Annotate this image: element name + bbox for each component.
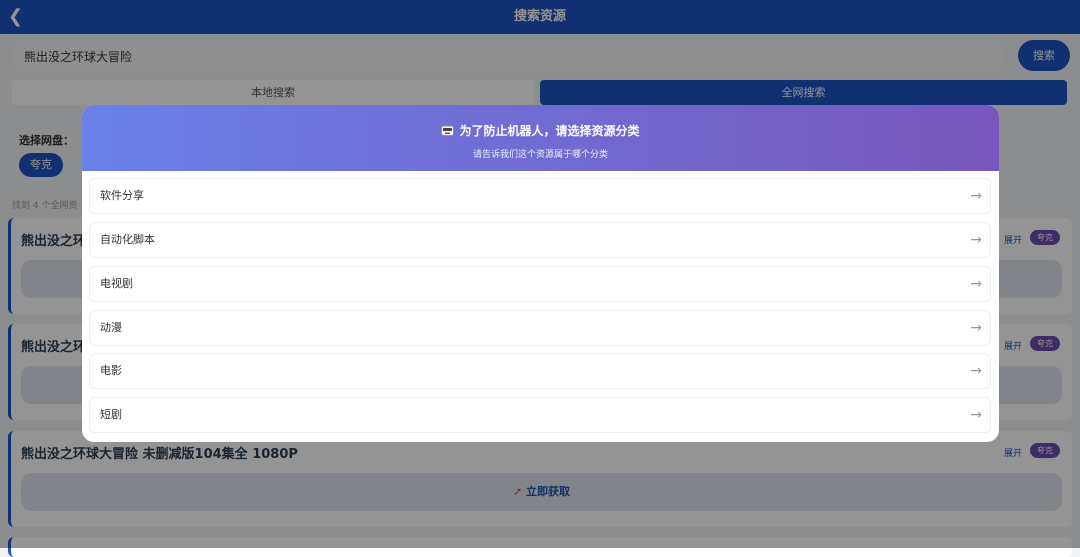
option-movie[interactable]: 电影 → [89,353,991,389]
option-label: 动漫 [100,321,122,334]
option-software-share[interactable]: 软件分享 → [89,178,991,214]
modal-header: 为了防止机器人，请选择资源分类 请告诉我们这个资源属于哪个分类 [82,105,999,171]
arrow-right-icon: → [970,276,982,292]
option-short-drama[interactable]: 短剧 → [89,397,991,433]
option-label: 自动化脚本 [100,233,155,246]
arrow-right-icon: → [970,407,982,423]
arrow-right-icon: → [970,363,982,379]
arrow-right-icon: → [970,320,982,336]
category-modal: 为了防止机器人，请选择资源分类 请告诉我们这个资源属于哪个分类 软件分享 → 自… [82,105,999,442]
modal-title: 为了防止机器人，请选择资源分类 [82,122,999,139]
option-tv-series[interactable]: 电视剧 → [89,266,991,302]
modal-title-text: 为了防止机器人，请选择资源分类 [459,124,640,138]
arrow-right-icon: → [970,232,982,248]
option-label: 电视剧 [100,277,133,290]
option-anime[interactable]: 动漫 → [89,310,991,346]
option-label: 软件分享 [100,189,144,202]
robot-icon [441,125,455,136]
option-label: 短剧 [100,408,122,421]
option-label: 电影 [100,364,122,377]
modal-subtitle: 请告诉我们这个资源属于哪个分类 [472,150,608,160]
option-automation-script[interactable]: 自动化脚本 → [89,222,991,258]
arrow-right-icon: → [970,188,982,204]
